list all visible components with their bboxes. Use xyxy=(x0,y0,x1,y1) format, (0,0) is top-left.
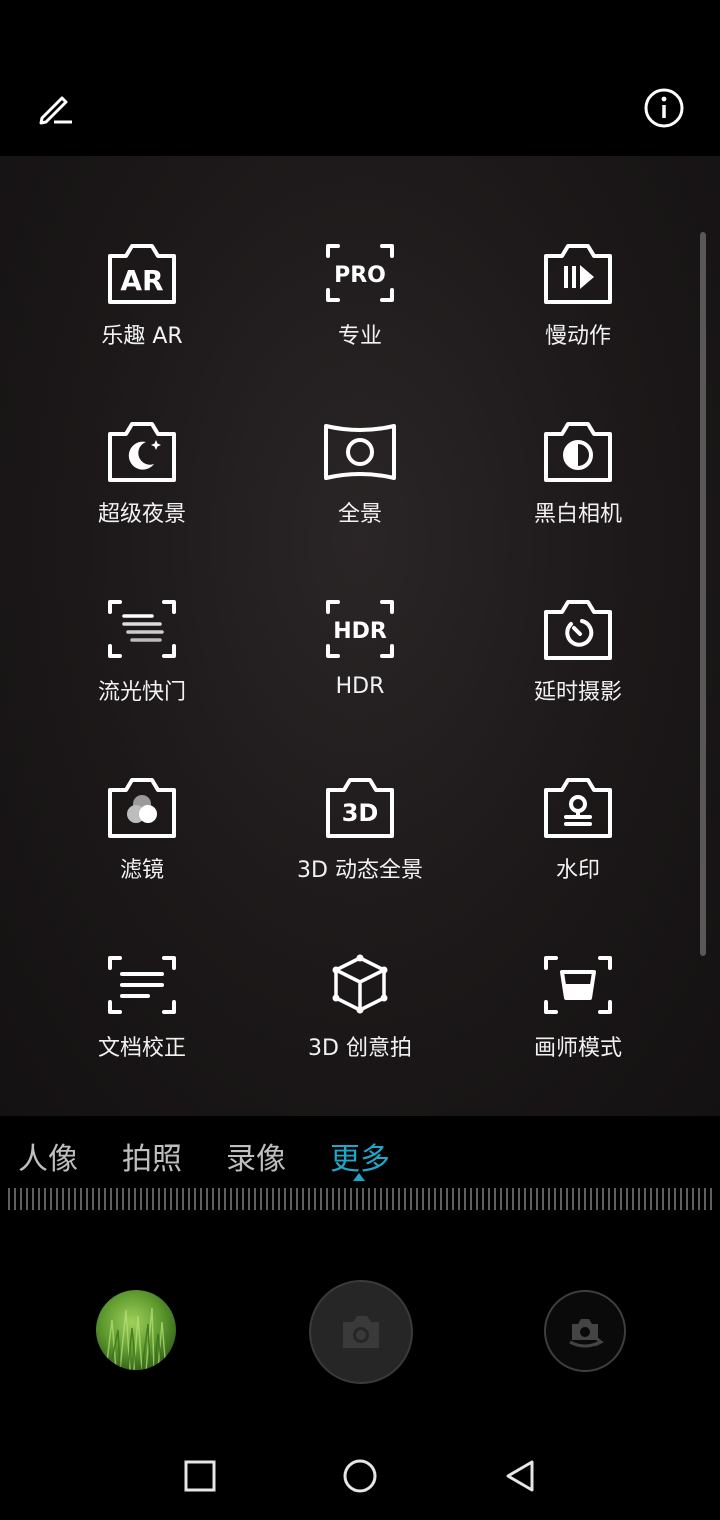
switch-camera-button[interactable] xyxy=(544,1290,626,1372)
pro-icon: PRO xyxy=(326,244,394,302)
active-tab-indicator xyxy=(353,1173,365,1181)
triangle-back-icon xyxy=(506,1460,534,1492)
mode-monochrome[interactable]: 黑白相机 xyxy=(468,410,688,550)
mode-label: 画师模式 xyxy=(533,1036,622,1061)
mode-label: 全景 xyxy=(337,502,382,527)
mode-label: 慢动作 xyxy=(544,324,611,349)
mode-label: 专业 xyxy=(337,324,382,349)
light-painting-icon xyxy=(108,600,176,658)
mode-time-lapse[interactable]: 延时摄影 xyxy=(468,588,688,728)
time-lapse-icon xyxy=(544,600,612,660)
square-icon xyxy=(184,1460,216,1492)
3d-panorama-icon: 3D xyxy=(326,778,394,838)
mode-label: HDR xyxy=(335,674,385,699)
mode-label: 文档校正 xyxy=(97,1036,186,1061)
svg-text:3D: 3D xyxy=(342,799,379,827)
svg-text:AR: AR xyxy=(120,264,163,297)
mode-label: 延时摄影 xyxy=(533,680,622,705)
tab-photo[interactable]: 拍照 xyxy=(122,1134,182,1178)
mode-tabs: 人像 拍照 录像 更多 xyxy=(0,1116,720,1226)
mode-night[interactable]: 超级夜景 xyxy=(32,410,252,550)
slow-motion-icon xyxy=(544,244,612,304)
painter-mode-icon xyxy=(544,956,612,1014)
hdr-icon: HDR xyxy=(326,600,394,658)
switch-camera-icon xyxy=(569,1319,604,1348)
night-icon xyxy=(108,422,176,482)
watermark-icon xyxy=(544,778,612,838)
svg-text:PRO: PRO xyxy=(334,263,386,288)
recents-button[interactable] xyxy=(178,1454,222,1498)
top-bar xyxy=(0,0,720,156)
mode-light-painting[interactable]: 流光快门 xyxy=(32,588,252,728)
mode-label: 3D 创意拍 xyxy=(308,1036,412,1061)
mode-slow-motion[interactable]: 慢动作 xyxy=(468,232,688,372)
mode-label: 乐趣 AR xyxy=(101,324,183,349)
shutter-button[interactable] xyxy=(309,1280,413,1384)
mode-scale-ticks[interactable] xyxy=(8,1188,712,1210)
system-nav-bar xyxy=(0,1436,720,1520)
gallery-thumbnail[interactable] xyxy=(96,1290,176,1370)
pencil-icon[interactable] xyxy=(32,84,80,132)
ar-icon: AR xyxy=(108,244,176,304)
mode-ar[interactable]: AR 乐趣 AR xyxy=(32,232,252,372)
home-button[interactable] xyxy=(338,1454,382,1498)
3d-creative-icon xyxy=(332,954,388,1014)
tab-more[interactable]: 更多 xyxy=(330,1134,390,1178)
panorama-icon xyxy=(324,424,396,480)
document-scan-icon xyxy=(108,956,176,1014)
svg-text:HDR: HDR xyxy=(333,619,387,644)
mode-painter[interactable]: 画师模式 xyxy=(468,944,688,1084)
mode-document-scan[interactable]: 文档校正 xyxy=(32,944,252,1084)
back-button[interactable] xyxy=(498,1454,542,1498)
mode-label: 水印 xyxy=(555,858,600,883)
mode-label: 3D 动态全景 xyxy=(297,858,423,883)
info-icon[interactable] xyxy=(640,84,688,132)
mode-label: 超级夜景 xyxy=(97,502,186,527)
grass-image xyxy=(105,1307,167,1370)
circle-icon xyxy=(343,1459,377,1493)
camera-screen: AR 乐趣 AR PRO 专业 慢动作 超级夜景 全景 黑白相机 流光快门 HD… xyxy=(0,0,720,1520)
mode-label: 滤镜 xyxy=(119,858,164,883)
mode-label: 流光快门 xyxy=(97,680,186,705)
tab-video[interactable]: 录像 xyxy=(226,1134,286,1178)
mode-3d-panorama[interactable]: 3D 3D 动态全景 xyxy=(250,766,470,906)
mode-3d-creative[interactable]: 3D 创意拍 xyxy=(250,944,470,1084)
mode-panorama[interactable]: 全景 xyxy=(250,410,470,550)
mode-label: 黑白相机 xyxy=(533,502,622,527)
filter-icon xyxy=(108,778,176,838)
mode-watermark[interactable]: 水印 xyxy=(468,766,688,906)
mode-pro[interactable]: PRO 专业 xyxy=(250,232,470,372)
camera-icon xyxy=(343,1316,379,1348)
tab-portrait[interactable]: 人像 xyxy=(18,1134,78,1178)
mode-filter[interactable]: 滤镜 xyxy=(32,766,252,906)
camera-controls xyxy=(0,1226,720,1436)
modes-panel: AR 乐趣 AR PRO 专业 慢动作 超级夜景 全景 黑白相机 流光快门 HD… xyxy=(0,156,720,1116)
scrollbar[interactable] xyxy=(700,232,706,956)
mode-hdr[interactable]: HDR HDR xyxy=(250,588,470,728)
monochrome-icon xyxy=(544,422,612,482)
